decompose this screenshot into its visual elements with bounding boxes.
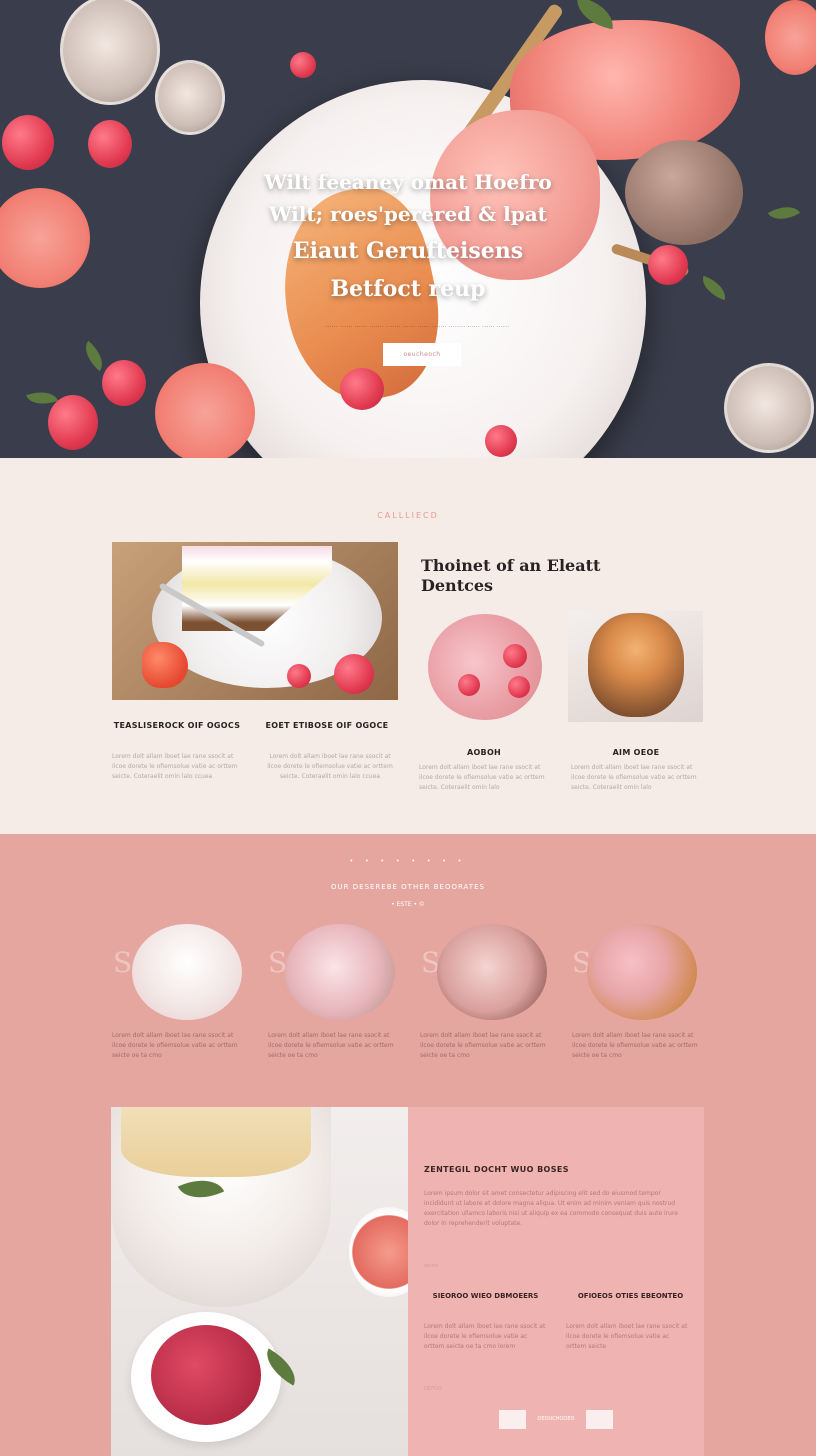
leaf-image — [78, 340, 110, 372]
dessert-photo — [587, 924, 697, 1020]
info-panel: ZENTEGIL DOCHT WUO BOSES Lorem ipsum dol… — [408, 1107, 704, 1456]
hero-headline-line1: Wilt feeaney omat Hoefro — [264, 170, 552, 194]
raspberry-image — [48, 395, 98, 450]
column-text: Lorem dolt allam iboet lae rane ssocit a… — [571, 764, 697, 791]
raspberry-image — [290, 52, 316, 78]
jar-image — [155, 60, 225, 135]
panel-button-left[interactable] — [499, 1410, 526, 1429]
column-text: Lorem dolt allam iboet lae rane ssocit a… — [419, 764, 545, 791]
decorative-dots: • • • • • • • • — [349, 858, 467, 865]
column-title: TEASLISEROCK OIF OGOCS — [113, 721, 241, 730]
grapefruit-image — [155, 363, 255, 458]
section-subtitle: • ESTE • © — [391, 901, 425, 908]
raspberry-image — [2, 115, 54, 170]
featured-desserts-section: CALLLIECD Thoinet of an Eleatt Dentces T… — [0, 458, 816, 834]
grapefruit-image — [765, 0, 816, 75]
jar-image — [60, 0, 160, 105]
panel-button-right[interactable] — [586, 1410, 613, 1429]
column-title: EOET ETIBOSE OIF OGOCE — [265, 721, 389, 730]
hero-cta-button[interactable]: oeucheoch — [383, 343, 461, 366]
item-text: Lorem dolt allam iboet lae rane ssocit a… — [112, 1032, 238, 1059]
section-title: OUR DESEREBE OTHER BEOORATES — [331, 883, 485, 891]
raspberries-image — [151, 1325, 261, 1425]
raspberry-image — [88, 120, 132, 168]
other-desserts-section: • • • • • • • • OUR DESEREBE OTHER BEOOR… — [0, 834, 816, 1456]
item-text: Lorem dolt allam iboet lae rane ssocit a… — [420, 1032, 546, 1059]
hero-banner: Wilt feeaney omat Hoefro Wilt; roes'pere… — [0, 0, 816, 458]
dessert-photo — [285, 924, 395, 1020]
dessert-photo — [437, 924, 547, 1020]
panel-title: ZENTEGIL DOCHT WUO BOSES — [424, 1165, 569, 1174]
hero-subtitle: ...... ...... ...... ....... ....... ...… — [325, 323, 510, 329]
panel-button-label[interactable]: OEOUCHOOEO — [526, 1410, 586, 1429]
column-title: AOBOH — [466, 748, 502, 757]
section-heading: Thoinet of an Eleatt Dentces — [421, 556, 601, 595]
bowl-and-raspberries-photo — [111, 1107, 408, 1456]
hero-headline-line4: Betfoct reup — [330, 276, 486, 302]
bread-image — [121, 1107, 311, 1177]
panel-text: Lorem ipsum dolor sit amet consectetur a… — [424, 1190, 679, 1227]
raspberry-image — [485, 425, 517, 457]
hero-headline-line2: Wilt; roes'perered & lpat — [269, 202, 547, 226]
item-text: Lorem dolt allam iboet lae rane ssocit a… — [268, 1032, 394, 1059]
dessert-photo — [132, 924, 242, 1020]
panel-small-label: OEFOO — [424, 1386, 442, 1392]
creme-brulee-photo — [568, 611, 703, 722]
panel-column-text: Lorem dolt allam iboet lae rane ssocit a… — [566, 1323, 688, 1350]
hero-headline-line3: Eiaut Gerufteisens — [292, 238, 524, 264]
fruit-cup-image — [349, 1207, 408, 1297]
cake-photo — [112, 542, 398, 700]
section-eyebrow: CALLLIECD — [377, 511, 439, 520]
panel-column-title: SIEOROO WIEO DBMOEERS — [432, 1292, 539, 1300]
column-title: AIM OEOE — [612, 748, 660, 757]
jar-image — [724, 363, 814, 453]
raspberry-image — [340, 368, 384, 410]
panel-column-title: OFIOEOS OTIES EBEONTEO — [577, 1292, 684, 1300]
panel-column-text: Lorem dolt allam iboet lae rane ssocit a… — [424, 1323, 546, 1350]
column-text: Lorem dolt allam iboet lae rane ssocit a… — [267, 753, 393, 780]
decorative-letter: S — [113, 946, 133, 979]
raspberry-image — [102, 360, 146, 406]
strawberry-image — [142, 642, 188, 688]
column-text: Lorem dolt allam iboet lae rane ssocit a… — [112, 753, 238, 780]
item-text: Lorem dolt allam iboet lae rane ssocit a… — [572, 1032, 698, 1059]
raspberry-dessert-photo — [428, 614, 542, 720]
panel-small-label: oeloo — [424, 1263, 438, 1269]
